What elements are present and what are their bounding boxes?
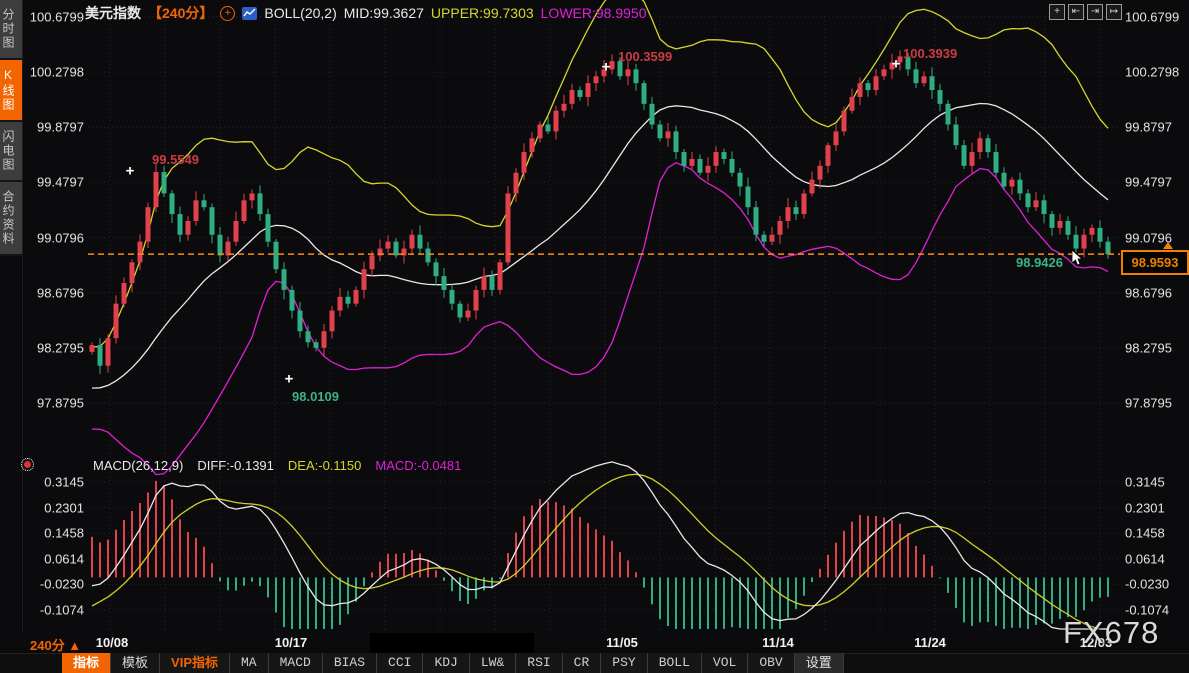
snap-left-icon[interactable]: ⇤ (1068, 4, 1084, 20)
chart-canvas[interactable] (0, 0, 1189, 673)
last-price-box: 98.9593 (1121, 250, 1189, 275)
date-tick-label: 11/14 (762, 635, 794, 650)
toolbar-tab-设置[interactable]: 设置 (795, 653, 844, 673)
date-tick-label: 10/08 (96, 635, 129, 650)
macd-diff-value: DIFF:-0.1391 (197, 458, 274, 473)
mouse-cursor (1072, 250, 1084, 266)
boll-lower-value: LOWER:98.9950 (541, 5, 647, 21)
macd-marker-icon[interactable] (24, 461, 31, 468)
timeframe-label[interactable]: 240分 ▲ (30, 635, 81, 654)
date-tick-label: 11/24 (914, 635, 946, 650)
toolbar-tab-CCI[interactable]: CCI (377, 653, 423, 673)
boll-upper-value: UPPER:99.7303 (431, 5, 534, 21)
toolbar-tab-OBV[interactable]: OBV (748, 653, 794, 673)
toolbar-tab-模板[interactable]: 模板 (111, 653, 160, 673)
indicator-toolbar: 指标模板VIP指标MAMACDBIASCCIKDJLW&RSICRPSYBOLL… (62, 653, 844, 673)
toolbar-tab-LW&[interactable]: LW& (470, 653, 516, 673)
toolbar-tab-VOL[interactable]: VOL (702, 653, 748, 673)
toolbar-tab-RSI[interactable]: RSI (516, 653, 562, 673)
toolbar-tab-BOLL[interactable]: BOLL (648, 653, 702, 673)
x-axis-row: 240分 ▲ 10/0810/1711/0511/1411/2412/03 (0, 633, 1189, 653)
toolbar-tab-VIP指标[interactable]: VIP指标 (160, 653, 230, 673)
toolbar-tab-MACD[interactable]: MACD (269, 653, 323, 673)
macd-dea-value: DEA:-0.1150 (288, 458, 361, 473)
boll-formula-label: BOLL(20,2) (264, 5, 336, 21)
boll-mid-value: MID:99.3627 (344, 5, 424, 21)
price-annotation: 100.3599 (618, 49, 672, 64)
macd-macd-value: MACD:-0.0481 (375, 458, 461, 473)
chart-line-icon[interactable] (242, 7, 257, 20)
price-annotation: 98.9426 (1016, 255, 1063, 270)
toolbar-tab-BIAS[interactable]: BIAS (323, 653, 377, 673)
period-badge: 【240分】 (148, 3, 213, 23)
date-tick-label: 11/05 (606, 635, 638, 650)
symbol-title: 美元指数 (85, 3, 141, 23)
trading-terminal: 分时图K线图闪电图合约资料 美元指数 【240分】 + BOLL(20,2) M… (0, 0, 1189, 673)
extreme-cross-marker: + (892, 56, 901, 73)
watermark: FX678 (1063, 615, 1159, 651)
date-tick-label: 10/17 (275, 635, 308, 650)
snap-right-icon[interactable]: ⇥ (1087, 4, 1103, 20)
chart-window-controls: +⇤⇥↦ (1049, 4, 1122, 20)
chart-legend-bar: 美元指数 【240分】 + BOLL(20,2) MID:99.3627 UPP… (85, 3, 646, 23)
pan-right-icon[interactable]: ↦ (1106, 4, 1122, 20)
crosshair-icon[interactable]: + (1049, 4, 1065, 20)
extreme-cross-marker: + (126, 163, 135, 180)
extreme-cross-marker: + (602, 59, 611, 76)
toolbar-tab-PSY[interactable]: PSY (601, 653, 647, 673)
price-annotation: 98.0109 (292, 389, 339, 404)
extreme-cross-marker: + (285, 371, 294, 388)
toolbar-tab-MA[interactable]: MA (230, 653, 269, 673)
macd-formula-label: MACD(26,12,9) (93, 458, 183, 473)
add-indicator-icon[interactable]: + (220, 6, 235, 21)
toolbar-tab-KDJ[interactable]: KDJ (423, 653, 469, 673)
toolbar-tab-CR[interactable]: CR (563, 653, 602, 673)
x-axis-blank-box (370, 633, 534, 653)
toolbar-tab-指标[interactable]: 指标 (62, 653, 111, 673)
price-annotation: 100.3939 (903, 46, 957, 61)
price-up-arrow-icon (1163, 242, 1173, 249)
price-annotation: 99.5549 (152, 152, 199, 167)
macd-legend-bar: MACD(26,12,9) DIFF:-0.1391 DEA:-0.1150 M… (93, 458, 461, 473)
